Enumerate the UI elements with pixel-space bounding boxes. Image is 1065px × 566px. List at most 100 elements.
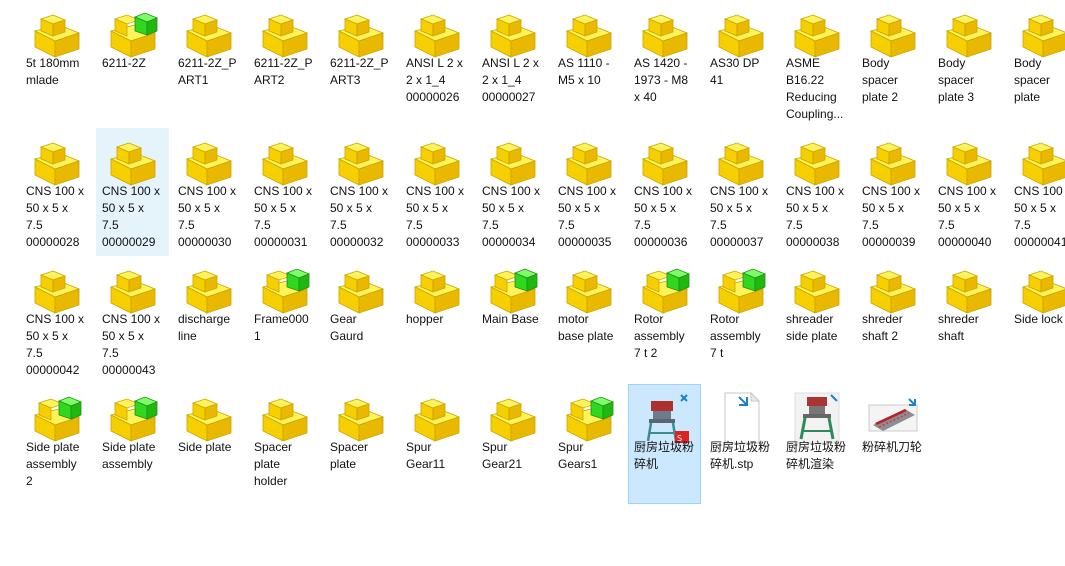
file-item[interactable]: Spur Gear11 xyxy=(400,384,473,504)
file-item[interactable]: Spur Gear21 xyxy=(476,384,549,504)
file-name-label: CNS 100 x 50 x 5 x 7.5 00000040 xyxy=(938,184,997,249)
sldprt-part-icon xyxy=(409,261,465,317)
sldprt-part-icon xyxy=(865,261,921,317)
stp-file-icon xyxy=(713,389,769,445)
file-item[interactable]: Side lock xyxy=(1008,256,1065,384)
sldprt-part-icon xyxy=(181,261,237,317)
file-item[interactable]: AS 1420 - 1973 - M8 x 40 xyxy=(628,0,701,128)
file-name-label: shreder shaft xyxy=(938,312,979,343)
file-name-label: Side plate assembly xyxy=(102,440,156,471)
file-name-label: 厨房垃圾粉 碎机渲染 xyxy=(786,440,847,471)
sldprt-part-icon xyxy=(29,5,85,61)
file-item[interactable]: Rotor assembly 7 t xyxy=(704,256,777,384)
file-item[interactable]: Side plate assembly 2 xyxy=(20,384,93,504)
file-item[interactable]: 6211-2Z_P ART2 xyxy=(248,0,321,128)
file-item[interactable]: Spur Gears1 xyxy=(552,384,625,504)
file-item[interactable]: CNS 100 x 50 x 5 x 7.5 00000040 xyxy=(932,128,1005,256)
file-item[interactable]: 6211-2Z xyxy=(96,0,169,128)
file-name-label: Side plate assembly 2 xyxy=(26,440,80,488)
file-item[interactable]: 厨房垃圾粉 碎机渲染 xyxy=(780,384,853,504)
file-item[interactable]: AS 1110 - M5 x 10 xyxy=(552,0,625,128)
file-item[interactable]: S 厨房垃圾粉 碎机 xyxy=(628,384,701,504)
file-name-label: Side plate xyxy=(178,440,232,454)
file-item[interactable]: Side plate assembly xyxy=(96,384,169,504)
file-name-label: CNS 100 x 50 x 5 x 7.5 00000037 xyxy=(710,184,769,249)
file-item[interactable]: CNS 100 x 50 x 5 x 7.5 00000033 xyxy=(400,128,473,256)
file-item[interactable]: CNS 100 x 50 x 5 x 7.5 00000037 xyxy=(704,128,777,256)
file-name-label: discharge line xyxy=(178,312,231,343)
file-item[interactable]: Gear Gaurd xyxy=(324,256,397,384)
file-item[interactable]: 6211-2Z_P ART1 xyxy=(172,0,245,128)
sldprt-part-icon xyxy=(181,389,237,445)
file-name-label: ANSI L 2 x 2 x 1_4 00000027 xyxy=(482,56,539,104)
file-name-label: Main Base xyxy=(482,312,539,326)
sldprt-part-icon xyxy=(561,261,617,317)
file-item[interactable]: CNS 100 x 50 x 5 x 7.5 00000042 xyxy=(20,256,93,384)
sldprt-part-icon xyxy=(1017,261,1065,317)
file-name-label: 5t 180mm mlade xyxy=(26,56,80,87)
sldprt-part-icon xyxy=(1017,5,1065,61)
file-item[interactable]: Frame000 1 xyxy=(248,256,321,384)
file-item[interactable]: shreder shaft 2 xyxy=(856,256,929,384)
file-item[interactable]: CNS 100 x 50 x 5 x 7.5 00000029 xyxy=(96,128,169,256)
file-name-label: Body spacer plate xyxy=(1014,56,1051,104)
file-item[interactable]: 5t 180mm mlade xyxy=(20,0,93,128)
file-item[interactable]: ANSI L 2 x 2 x 1_4 00000027 xyxy=(476,0,549,128)
blade-wheel-icon xyxy=(865,389,921,445)
file-item[interactable]: Body spacer plate 2 xyxy=(856,0,929,128)
file-item[interactable]: Rotor assembly 7 t 2 xyxy=(628,256,701,384)
file-name-label: Spur Gear11 xyxy=(406,440,446,471)
sldprt-part-icon xyxy=(789,133,845,189)
file-name-label: Rotor assembly 7 t xyxy=(710,312,761,360)
file-name-label: Gear Gaurd xyxy=(330,312,364,343)
file-name-label: 6211-2Z xyxy=(102,56,146,70)
file-item[interactable]: 6211-2Z_P ART3 xyxy=(324,0,397,128)
file-item[interactable]: CNS 100 x 50 x 5 x 7.5 00000034 xyxy=(476,128,549,256)
file-item[interactable]: Side plate xyxy=(172,384,245,504)
file-item[interactable]: Spacer plate xyxy=(324,384,397,504)
file-item[interactable]: CNS 100 x 50 x 5 x 7.5 00000031 xyxy=(248,128,321,256)
sldprt-part-icon xyxy=(333,133,389,189)
file-item[interactable]: CNS 100 x 50 x 5 x 7.5 00000039 xyxy=(856,128,929,256)
file-name-label: Body spacer plate 3 xyxy=(938,56,975,104)
file-item[interactable]: Main Base xyxy=(476,256,549,384)
file-item[interactable]: discharge line xyxy=(172,256,245,384)
file-item[interactable]: CNS 100 x 50 x 5 x 7.5 00000030 xyxy=(172,128,245,256)
sldprt-part-icon xyxy=(561,133,617,189)
file-item[interactable]: Body spacer plate 3 xyxy=(932,0,1005,128)
file-item[interactable]: motor base plate xyxy=(552,256,625,384)
sldprt-part-icon xyxy=(29,261,85,317)
file-item[interactable]: CNS 100 x 50 x 5 x 7.5 00000035 xyxy=(552,128,625,256)
file-item[interactable]: AS30 DP 41 xyxy=(704,0,777,128)
file-name-label: CNS 100 x 50 x 5 x 7.5 00000030 xyxy=(178,184,237,249)
file-name-label: 厨房垃圾粉 碎机 xyxy=(634,440,695,471)
sldprt-part-icon xyxy=(333,261,389,317)
file-item[interactable]: CNS 100 50 x 5 x 7.5 00000041 xyxy=(1008,128,1065,256)
file-item[interactable]: CNS 100 x 50 x 5 x 7.5 00000043 xyxy=(96,256,169,384)
sldprt-part-icon xyxy=(409,389,465,445)
sldprt-part-icon xyxy=(105,261,161,317)
file-item[interactable]: CNS 100 x 50 x 5 x 7.5 00000036 xyxy=(628,128,701,256)
file-item[interactable]: Body spacer plate xyxy=(1008,0,1065,128)
file-item[interactable]: shreader side plate xyxy=(780,256,853,384)
file-item[interactable]: ANSI L 2 x 2 x 1_4 00000026 xyxy=(400,0,473,128)
file-name-label: Spacer plate holder xyxy=(254,440,293,488)
sldasm-assembly-icon xyxy=(485,261,541,317)
file-name-label: Spacer plate xyxy=(330,440,369,471)
sldprt-part-icon xyxy=(713,5,769,61)
file-item[interactable]: Spacer plate holder xyxy=(248,384,321,504)
file-item[interactable]: 厨房垃圾粉 碎机.stp xyxy=(704,384,777,504)
sldasm-assembly-icon xyxy=(29,389,85,445)
sldprt-part-icon xyxy=(257,133,313,189)
sldprt-part-icon xyxy=(941,5,997,61)
file-item[interactable]: 粉碎机刀轮 xyxy=(856,384,929,504)
file-item[interactable]: CNS 100 x 50 x 5 x 7.5 00000032 xyxy=(324,128,397,256)
file-item[interactable]: hopper xyxy=(400,256,473,384)
file-name-label: CNS 100 50 x 5 x 7.5 00000041 xyxy=(1014,184,1065,249)
file-name-label: CNS 100 x 50 x 5 x 7.5 00000042 xyxy=(26,312,85,377)
file-name-label: CNS 100 x 50 x 5 x 7.5 00000033 xyxy=(406,184,465,249)
file-item[interactable]: ASME B16.22 Reducing Coupling... xyxy=(780,0,853,128)
file-item[interactable]: CNS 100 x 50 x 5 x 7.5 00000038 xyxy=(780,128,853,256)
file-item[interactable]: shreder shaft xyxy=(932,256,1005,384)
file-item[interactable]: CNS 100 x 50 x 5 x 7.5 00000028 xyxy=(20,128,93,256)
